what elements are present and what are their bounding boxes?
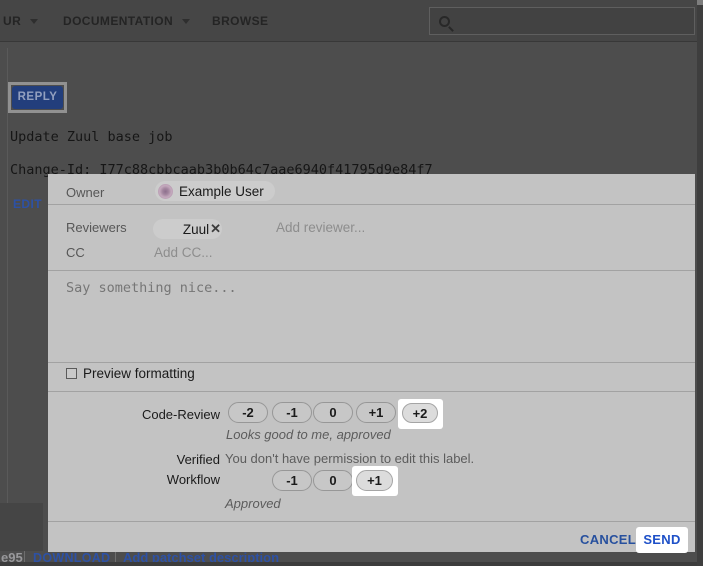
cc-label: CC: [66, 245, 85, 260]
remove-reviewer-icon[interactable]: ✕: [210, 221, 221, 237]
code-review-plus1-button[interactable]: +1: [356, 402, 396, 423]
content-card-edge: [7, 48, 8, 551]
nav-menu-ur-label: UR: [3, 14, 21, 28]
divider: [48, 270, 695, 271]
chevron-down-icon: [182, 19, 190, 24]
code-review-minus2-button[interactable]: -2: [228, 402, 268, 423]
reviewer-chip-zuul[interactable]: Zuul ✕: [153, 219, 222, 239]
code-review-description: Looks good to me, approved: [226, 427, 391, 442]
send-button[interactable]: SEND: [636, 527, 688, 553]
workflow-plus1-highlight: +1: [352, 466, 398, 496]
top-navigation-bar: UR DOCUMENTATION BROWSE: [0, 0, 703, 42]
owner-chip-name: Example User: [179, 184, 264, 199]
reviewers-label: Reviewers: [66, 220, 127, 235]
workflow-plus1-button[interactable]: +1: [356, 470, 393, 491]
reply-message-textarea[interactable]: [58, 272, 684, 356]
code-review-zero-button[interactable]: 0: [313, 402, 353, 423]
search-icon: [439, 16, 450, 27]
file-table-fragment: [0, 503, 43, 551]
verified-permission-message: You don't have permission to edit this l…: [225, 451, 474, 466]
divider: [48, 521, 695, 522]
verified-label: Verified: [58, 452, 220, 467]
owner-chip[interactable]: Example User: [155, 181, 275, 201]
add-reviewer-input[interactable]: [276, 220, 456, 235]
owner-label: Owner: [66, 185, 104, 200]
cancel-button[interactable]: CANCEL: [580, 532, 636, 547]
avatar: [158, 184, 173, 199]
code-review-minus1-button[interactable]: -1: [272, 402, 312, 423]
workflow-label: Workflow: [58, 472, 220, 487]
divider: [48, 391, 695, 392]
reviewer-chip-name: Zuul: [183, 222, 209, 237]
page-bottom-strip: [0, 562, 703, 566]
preview-formatting-label: Preview formatting: [83, 366, 195, 381]
workflow-description: Approved: [225, 496, 281, 511]
nav-menu-browse-label: BROWSE: [212, 14, 268, 28]
code-review-plus2-button[interactable]: +2: [402, 403, 438, 423]
chevron-down-icon: [30, 19, 38, 24]
search-box[interactable]: [429, 7, 695, 35]
nav-menu-browse[interactable]: BROWSE: [212, 0, 268, 42]
code-review-label: Code-Review: [58, 407, 220, 422]
nav-menu-ur[interactable]: UR: [3, 0, 38, 42]
send-button-highlight: SEND: [636, 527, 688, 553]
nav-menu-documentation-label: DOCUMENTATION: [63, 14, 173, 28]
divider: [48, 204, 695, 205]
nav-menu-documentation[interactable]: DOCUMENTATION: [63, 0, 190, 42]
preview-formatting-checkbox[interactable]: [66, 368, 77, 379]
divider: [48, 362, 695, 363]
commit-message-subject: Update Zuul base job: [10, 129, 173, 145]
add-cc-input[interactable]: [154, 245, 334, 260]
code-review-plus2-highlight: +2: [398, 399, 443, 429]
workflow-minus1-button[interactable]: -1: [272, 470, 312, 491]
search-input[interactable]: [457, 14, 694, 29]
edit-link[interactable]: EDIT: [13, 197, 42, 211]
reply-button[interactable]: REPLY: [12, 86, 63, 109]
workflow-zero-button[interactable]: 0: [313, 470, 353, 491]
scrollbar-thumb[interactable]: [697, 0, 703, 5]
gerrit-change-screen: UR DOCUMENTATION BROWSE REPLY Update Zuu…: [0, 0, 703, 566]
reply-dialog: Owner Example User Reviewers Zuul ✕ CC P…: [48, 174, 695, 552]
page-scrollbar[interactable]: [697, 0, 703, 566]
